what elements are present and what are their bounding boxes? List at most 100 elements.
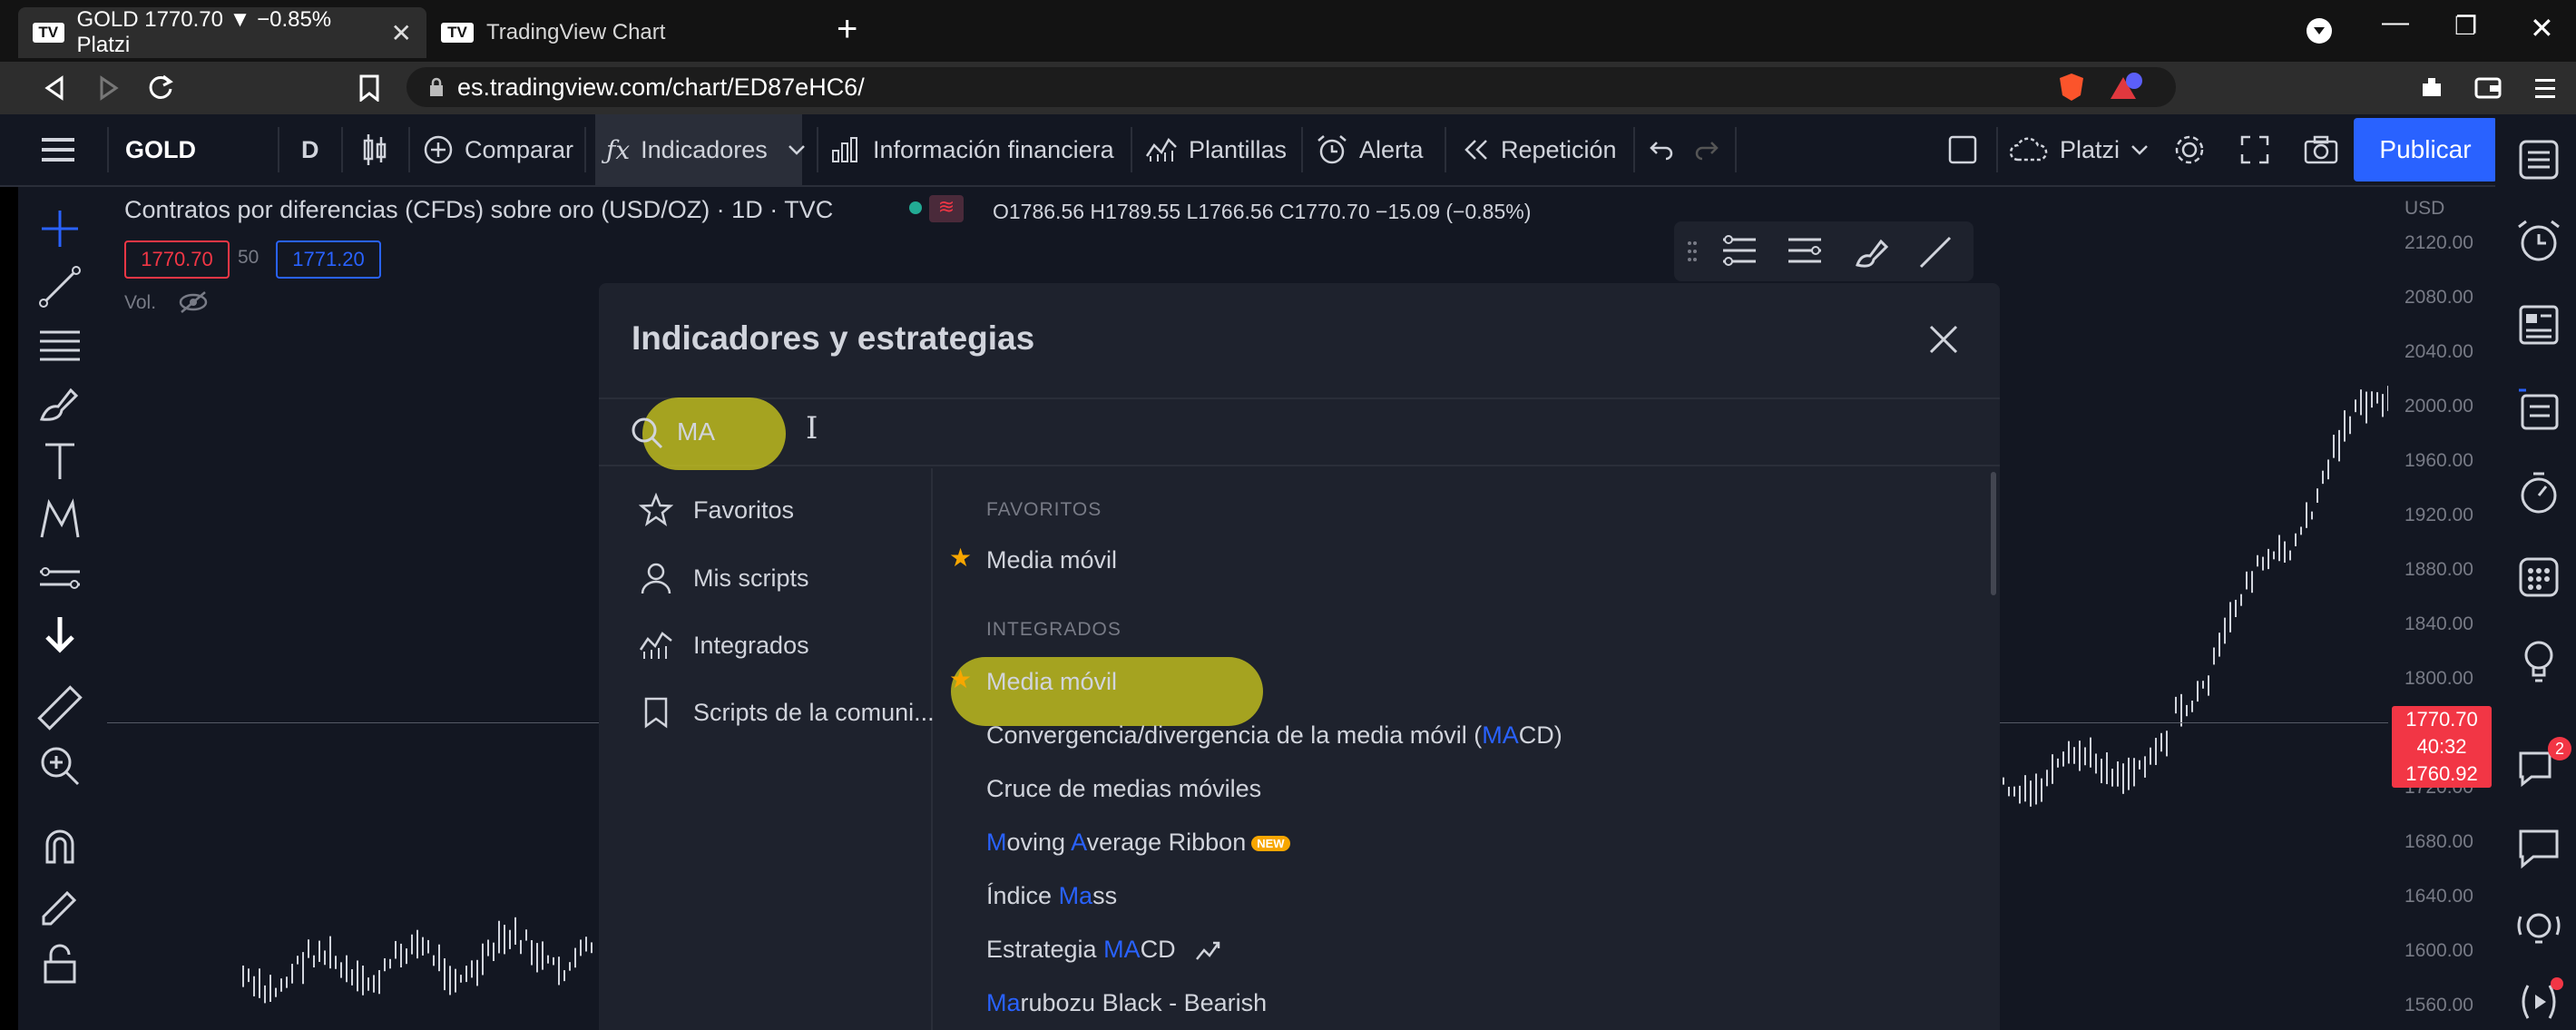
window-minimize-button[interactable]: — [2382,7,2409,38]
idea-bulb-icon[interactable] [2513,635,2564,686]
strategy-icon [1195,939,1222,963]
star-outline-icon [639,493,673,527]
star-filled-icon[interactable]: ★ [949,664,972,694]
magnet-icon[interactable] [34,822,85,873]
arrow-down-icon[interactable] [34,610,85,661]
templates-list-icon[interactable] [1719,232,1759,270]
result-item[interactable]: Índice Mass [986,882,1117,910]
snapshot-camera-icon[interactable] [2303,114,2339,185]
settings-gear-icon[interactable] [2172,114,2207,185]
indicators-button[interactable]: ƒx Indicadores [595,114,802,185]
alert-button[interactable]: Alerta [1316,114,1424,185]
text-icon[interactable] [34,436,85,486]
candles-icon[interactable] [361,114,388,185]
forward-icon[interactable] [94,74,122,102]
category-community-scripts[interactable]: Scripts de la comuni... [639,690,935,735]
drag-handle-icon[interactable] [1687,240,1698,263]
ideas-stream-icon[interactable] [2513,904,2564,955]
window-maximize-button[interactable]: ❐ [2454,11,2477,41]
category-label: Mis scripts [693,564,809,592]
result-item[interactable]: Convergencia/divergencia de la media móv… [986,721,1562,750]
result-item[interactable]: Estrategia MACD [986,936,1222,964]
browser-tab-gold[interactable]: TV GOLD 1770.70 ▼ −0.85% Platzi ✕ [18,7,426,58]
category-my-scripts[interactable]: Mis scripts [639,555,809,601]
object-tree-icon[interactable] [1785,232,1825,270]
menu-icon[interactable] [42,114,74,185]
templates-icon [639,628,673,662]
new-tab-button[interactable]: + [837,9,857,50]
indicators-dropdown-icon[interactable] [788,114,806,185]
result-item[interactable]: Moving Average Ribbon NEW [986,829,1290,857]
brush-icon[interactable] [1852,232,1892,270]
crosshair-icon[interactable] [34,203,85,254]
replay-button[interactable]: Repetición [1463,114,1617,185]
pattern-icon[interactable] [34,494,85,544]
current-price: 1770.70 [2405,708,2478,731]
price-axis-label: 1840.00 [2405,613,2473,634]
wallet-icon[interactable] [2473,74,2503,102]
text-cursor-icon: I [806,410,818,446]
eye-hidden-icon[interactable] [178,290,209,314]
rewards-icon[interactable] [2107,72,2143,103]
extensions-icon[interactable] [2417,73,2446,102]
messages-icon[interactable] [2513,822,2564,873]
calendar-icon[interactable] [2513,552,2564,603]
layout-menu[interactable]: Platzi [2009,114,2149,185]
shield-icon[interactable] [2058,72,2085,103]
publish-button[interactable]: Publicar [2354,118,2497,181]
back-icon[interactable] [42,74,69,102]
stay-drawing-icon[interactable] [34,880,85,931]
compare-button[interactable]: Comparar [423,114,573,185]
fullscreen-icon[interactable] [2239,114,2270,185]
brush-icon[interactable] [34,378,85,428]
measure-ruler-icon[interactable] [34,682,85,733]
interval-selector[interactable]: D [301,114,319,185]
watchlist-icon[interactable] [2513,134,2564,185]
templates-button[interactable]: Plantillas [1145,114,1287,185]
live-stream-icon[interactable] [2513,976,2564,1027]
search-input[interactable]: MA [677,417,715,446]
symbol-search[interactable]: GOLD [125,114,196,185]
lock-drawings-icon[interactable] [34,938,85,989]
category-favorites[interactable]: Favoritos [639,487,794,533]
window-close-button[interactable]: ✕ [2530,11,2554,45]
browser-tab-tradingview[interactable]: TV TradingView Chart [426,7,808,58]
address-bar[interactable]: es.tradingview.com/chart/ED87eHC6/ [406,67,2176,107]
redo-icon[interactable] [1693,114,1720,185]
buy-price-button[interactable]: 1771.20 [276,240,381,279]
news-icon[interactable] [2513,299,2564,350]
prediction-icon[interactable] [34,552,85,603]
dialog-categories-panel [599,468,933,1030]
bookmark-icon[interactable] [358,74,381,102]
result-item[interactable]: Media móvil [986,546,1117,574]
data-delay-icon[interactable]: ≋ [929,195,964,222]
star-filled-icon[interactable]: ★ [949,543,972,573]
screener-icon[interactable] [2513,385,2564,436]
results-scrollbar[interactable] [1991,472,1996,595]
trendline-icon[interactable] [1915,232,1955,270]
undo-icon[interactable] [1648,114,1675,185]
reload-icon[interactable] [145,73,176,103]
browser-menu-icon[interactable] [2533,74,2557,102]
category-builtin[interactable]: Integrados [639,623,809,668]
layout-icon[interactable] [1947,114,1978,185]
category-label: Scripts de la comuni... [693,698,935,726]
financials-button[interactable]: Información financiera [831,114,1114,185]
close-icon[interactable] [1927,323,1960,356]
result-item[interactable]: Media móvil [986,668,1117,696]
indicators-label: Indicadores [641,135,768,163]
sell-price-button[interactable]: 1770.70 [124,240,230,279]
trendline-icon[interactable] [34,261,85,312]
fib-retracement-icon[interactable] [34,319,85,370]
tradingview-logo-icon: TV [441,23,474,43]
stopwatch-icon[interactable] [2513,468,2564,519]
result-item[interactable]: Marubozu Black - Bearish [986,989,1267,1017]
zoom-icon[interactable] [34,741,85,791]
builtin-section-header: INTEGRADOS [986,619,1121,640]
volume-label: Vol. [124,292,157,313]
tab-close-icon[interactable]: ✕ [391,18,412,48]
price-axis-currency[interactable]: USD [2405,198,2444,220]
alarm-clock-icon[interactable] [2513,216,2564,267]
profile-download-icon[interactable] [2305,16,2334,45]
result-item[interactable]: Cruce de medias móviles [986,775,1261,803]
